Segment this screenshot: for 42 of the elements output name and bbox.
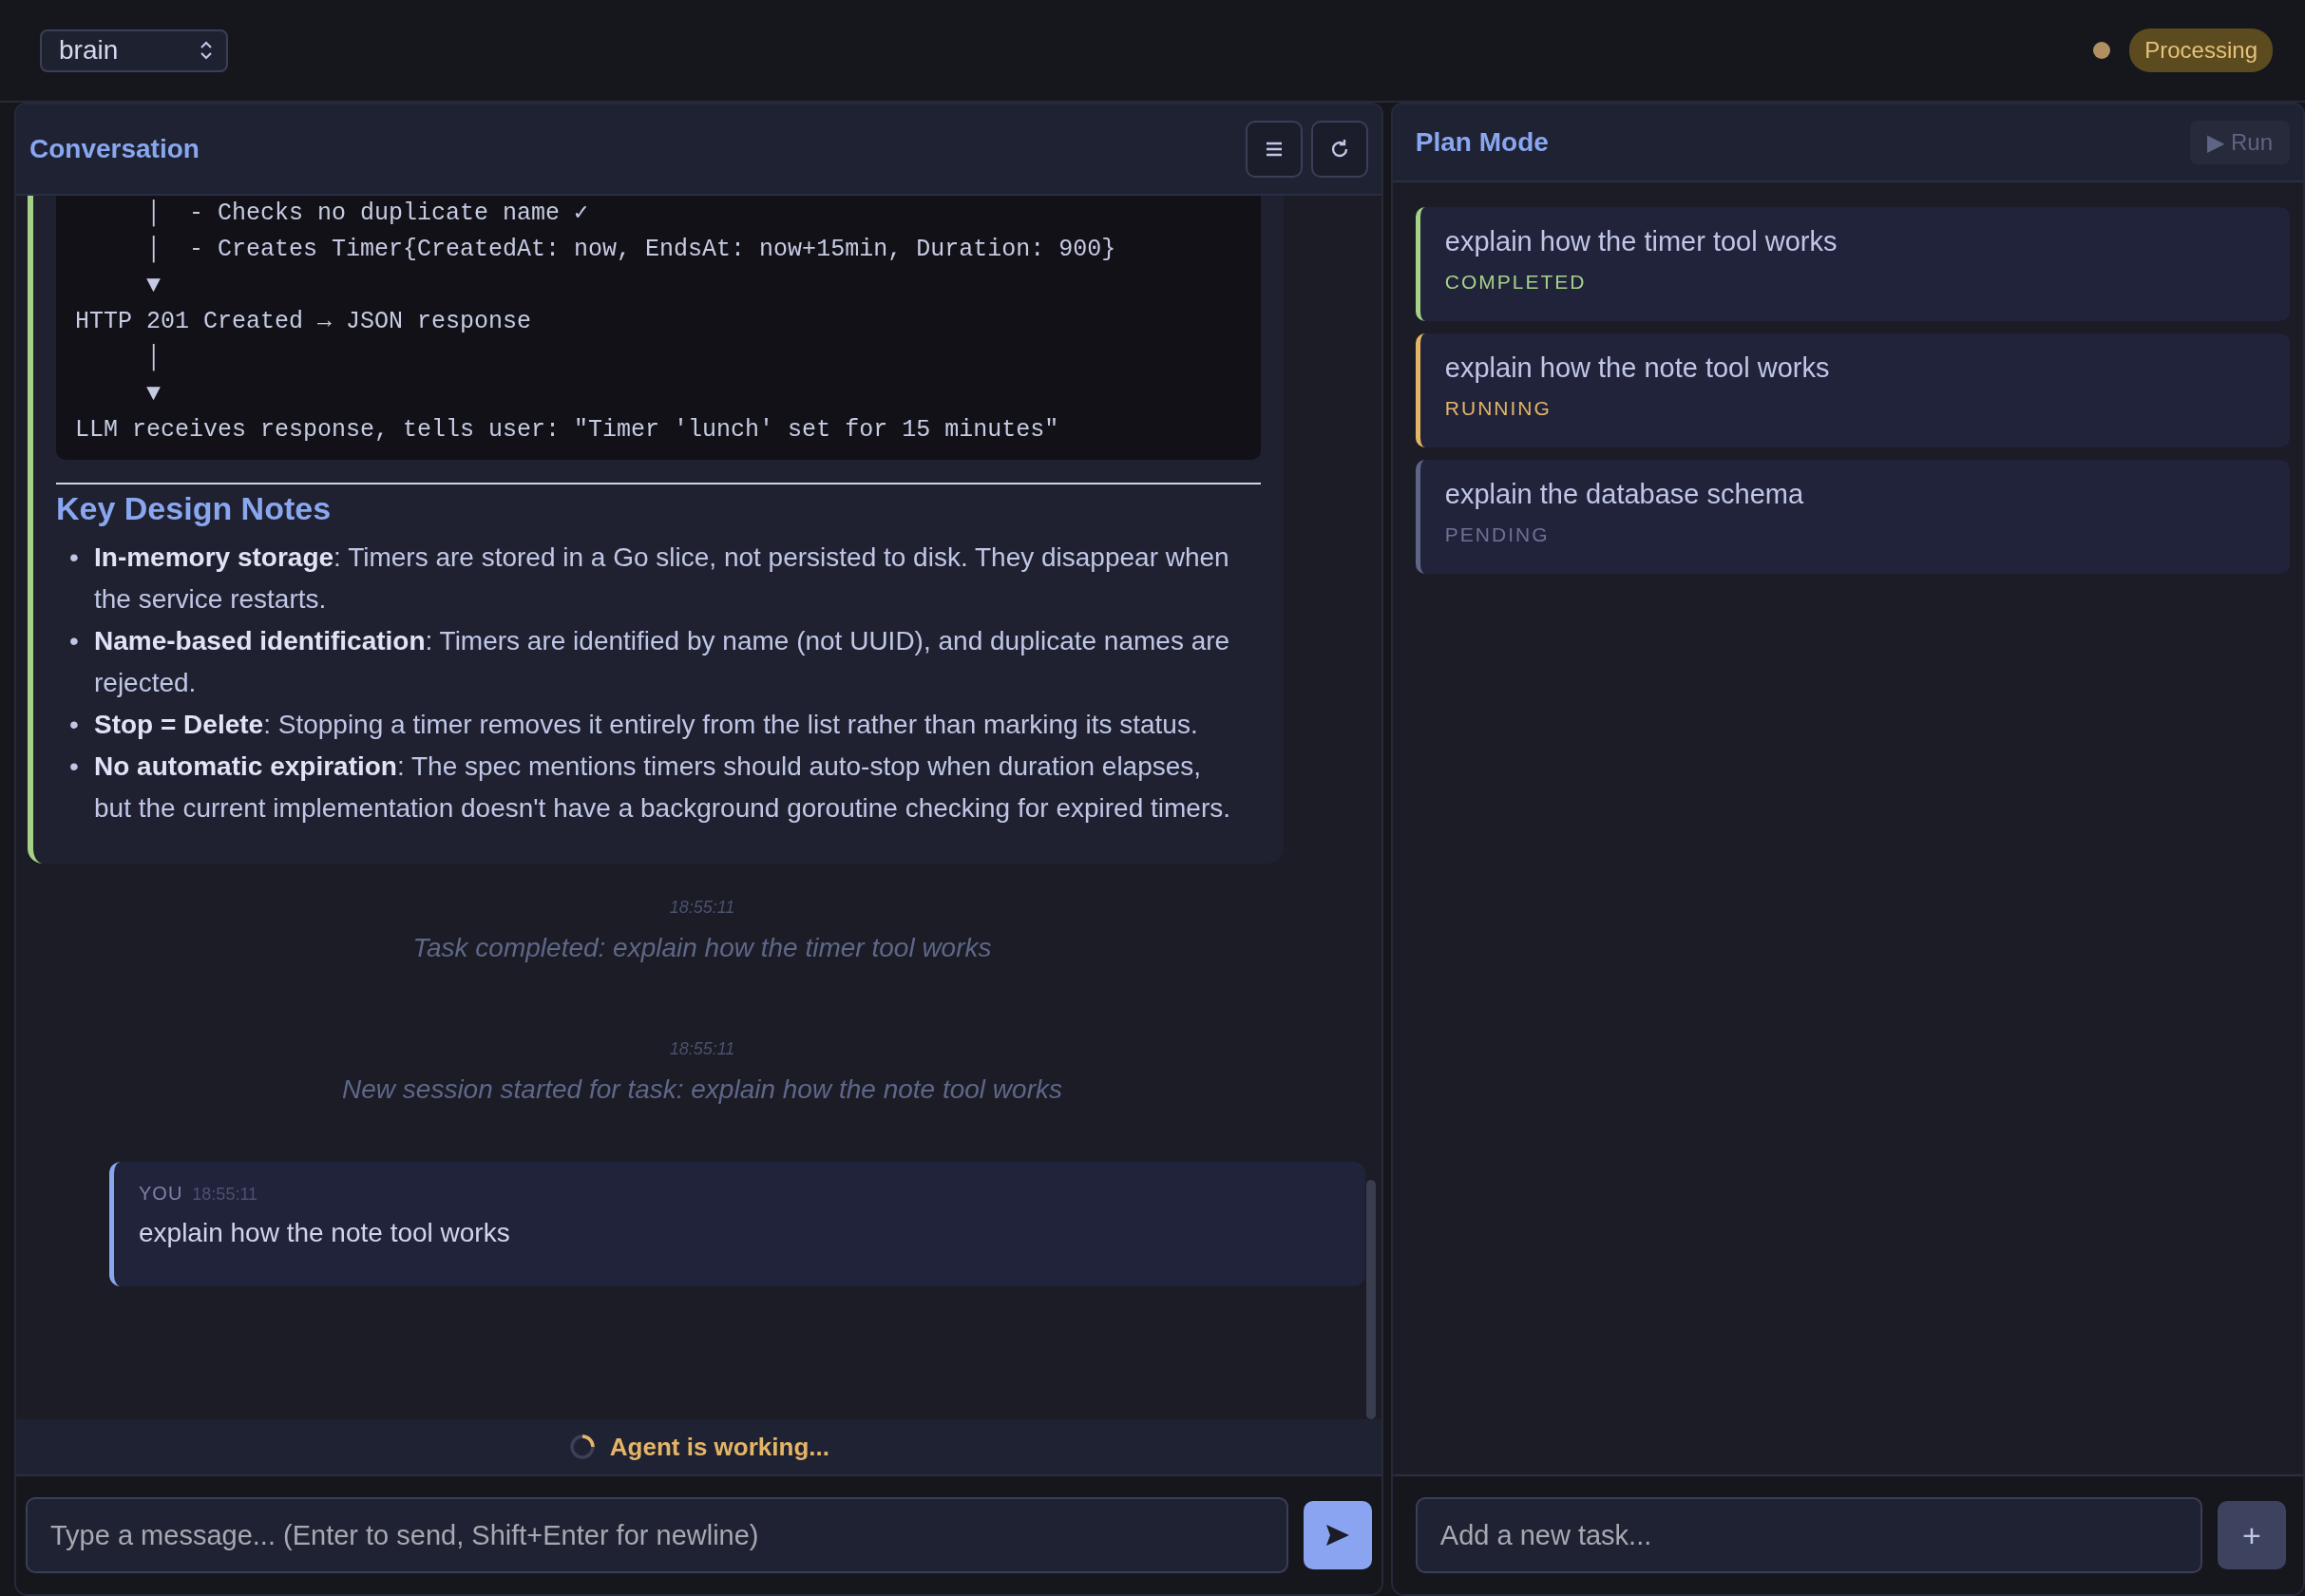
refresh-button[interactable] — [1310, 121, 1368, 178]
bullet-marker: • — [69, 625, 80, 657]
task-status: PENDING — [1444, 523, 1551, 546]
task-title: explain the database schema — [1444, 479, 1805, 510]
message-text: explain how the note tool works — [139, 1218, 511, 1248]
task-status: COMPLETED — [1444, 271, 1588, 294]
section-heading: Key Design Notes — [56, 490, 333, 527]
code-block: │ - Checks no duplicate name ✓ │ - Creates Timer{CreatedAt: now, EndsAt: now+15min, Duration: 900} ▼ HTTP 201 Created → JSON response │ ▼ LLM receives response, tells user: "Timer 'lunch' set for 15 minutes" — [56, 196, 1261, 460]
bullet-text: No automatic expiration: The spec mentions timers should auto-stop when duration elapses, but the current implementation doesn't have a background goroutine checking for expired timers. — [94, 750, 1232, 825]
task-card[interactable]: explain the database schema PENDING — [1415, 460, 2290, 574]
system-message: New session started for task: explain how the note tool works — [342, 1074, 1062, 1105]
task-card[interactable]: explain how the timer tool works COMPLETED — [1415, 207, 2290, 321]
task-title: explain how the timer tool works — [1444, 226, 1838, 257]
timestamp: 18:55:11 — [669, 1039, 735, 1059]
spinner-icon — [567, 1433, 597, 1461]
status-badge: Processing — [2129, 28, 2273, 72]
panel-title: Plan Mode — [1415, 127, 1549, 158]
bullet-text: In-memory storage: Timers are stored in a Go slice, not persisted to disk. They disappear when the service restarts. — [94, 542, 1230, 616]
menu-icon — [1265, 142, 1283, 157]
task-status: RUNNING — [1444, 397, 1553, 420]
task-card[interactable]: explain how the note tool works RUNNING — [1415, 333, 2290, 447]
timestamp: 18:55:11 — [669, 898, 735, 918]
message-author: YOU — [139, 1183, 183, 1205]
project-name: brain — [59, 35, 119, 66]
message-input[interactable]: Type a message... (Enter to send, Shift+Enter for newline) — [26, 1497, 1288, 1573]
working-status: Agent is working... — [609, 1432, 829, 1462]
task-title: explain how the note tool works — [1444, 352, 1831, 384]
chevrons-icon — [200, 40, 213, 61]
send-button[interactable] — [1303, 1501, 1372, 1569]
panel-title: Conversation — [29, 134, 200, 164]
scrollbar-thumb[interactable] — [1365, 1180, 1376, 1419]
bullet-marker: • — [69, 542, 80, 574]
menu-button[interactable] — [1245, 121, 1303, 178]
bullet-marker: • — [69, 709, 80, 741]
add-task-button[interactable]: + — [2218, 1501, 2286, 1569]
task-input[interactable]: Add a new task... — [1415, 1497, 2202, 1573]
system-message: Task completed: explain how the timer tool works — [412, 933, 992, 963]
project-select[interactable]: brain — [40, 28, 228, 72]
bullet-text: Name-based identification: Timers are identified by name (not UUID), and duplicate names are rejected. — [94, 625, 1231, 699]
bullet-marker: • — [69, 750, 80, 783]
send-icon — [1324, 1524, 1350, 1547]
bullet-text: Stop = Delete: Stopping a timer removes it entirely from the list rather than marking its status. — [94, 709, 1199, 741]
